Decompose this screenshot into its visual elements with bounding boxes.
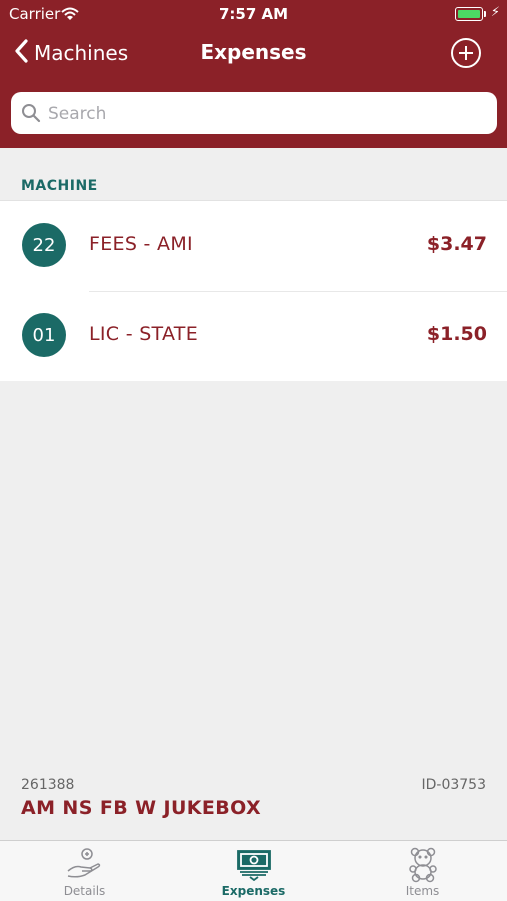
tab-expenses[interactable]: Expenses	[169, 841, 338, 901]
battery-icon	[455, 7, 486, 21]
machine-id: ID-03753	[421, 777, 487, 793]
section-header: MACHINE	[21, 178, 98, 194]
tab-label: Expenses	[221, 884, 286, 898]
expense-number-badge: 01	[22, 313, 66, 357]
expense-amount: $1.50	[426, 323, 487, 345]
machine-name: AM NS FB W JUKEBOX	[21, 797, 262, 819]
tab-label: Details	[63, 884, 106, 898]
clock: 7:57 AM	[218, 5, 289, 23]
search-icon	[21, 103, 41, 127]
teddy-bear-icon	[405, 847, 441, 887]
expense-name: LIC - STATE	[89, 323, 199, 345]
search-bar[interactable]	[11, 92, 497, 136]
search-input[interactable]	[46, 92, 490, 136]
machine-info: 261388 ID-03753 AM NS FB W JUKEBOX	[0, 760, 507, 840]
expense-list: 22 FEES - AMI $3.47 01 LIC - STATE $1.50	[0, 200, 507, 381]
status-bar: Carrier 7:57 AM ⚡	[0, 0, 507, 28]
tab-bar: Details Expenses Items	[0, 840, 507, 901]
hand-coin-icon	[65, 847, 105, 885]
tab-details[interactable]: Details	[0, 841, 169, 901]
header: Carrier 7:57 AM ⚡ Machines Expenses	[0, 0, 507, 148]
expense-amount: $3.47	[426, 233, 487, 255]
cash-stack-icon	[236, 847, 272, 885]
tab-items[interactable]: Items	[338, 841, 507, 901]
expense-number-badge: 22	[22, 223, 66, 267]
expense-name: FEES - AMI	[89, 233, 193, 255]
page-title: Expenses	[200, 40, 307, 64]
charging-bolt-icon: ⚡	[490, 5, 500, 20]
expense-row[interactable]: 01 LIC - STATE $1.50	[0, 291, 507, 381]
machine-code: 261388	[21, 777, 75, 793]
expense-row[interactable]: 22 FEES - AMI $3.47	[0, 201, 507, 292]
tab-label: Items	[405, 884, 440, 898]
add-expense-button[interactable]	[451, 38, 481, 68]
